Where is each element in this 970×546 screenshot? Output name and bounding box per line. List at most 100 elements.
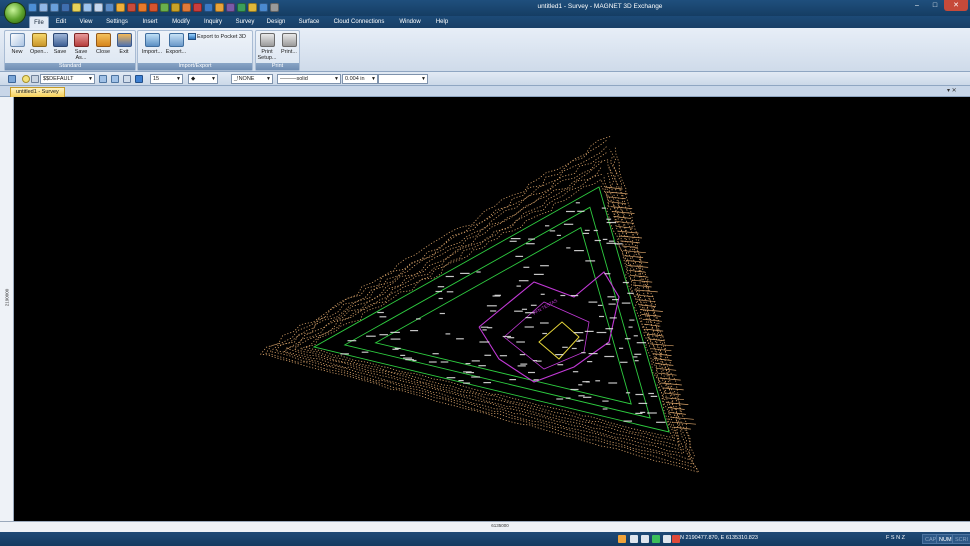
survey-point-label (412, 359, 417, 362)
quick-access-icon[interactable] (105, 3, 114, 12)
zoom-icon[interactable] (663, 535, 671, 543)
layer-select[interactable]: $$DEFAULT ▼ (40, 74, 95, 84)
layers-icon[interactable] (8, 75, 16, 83)
tab-untitled1-survey[interactable]: untitled1 - Survey (10, 87, 65, 97)
new-button[interactable]: New (6, 32, 28, 55)
tab-edit[interactable]: Edit (53, 16, 69, 28)
quick-access-icon[interactable] (39, 3, 48, 12)
close-file-button[interactable]: Close (92, 32, 114, 55)
save-as-button[interactable]: Save As... (70, 32, 92, 61)
contour-tick (609, 201, 627, 205)
document-window-controls[interactable]: ▾ ✕ (947, 87, 957, 94)
line-style-select[interactable]: ———solid ▼ (277, 74, 341, 84)
quick-access-icon[interactable] (182, 3, 191, 12)
open-button[interactable]: Open... (28, 32, 50, 55)
quick-access-icon[interactable] (215, 3, 224, 12)
minimize-button[interactable]: – (907, 0, 927, 11)
tab-help[interactable]: Help (433, 16, 451, 28)
survey-point-label (566, 247, 571, 249)
tab-cloud-connections[interactable]: Cloud Connections (330, 16, 388, 28)
snap-modes[interactable]: F S N Z (886, 535, 905, 541)
tab-settings[interactable]: Settings (104, 16, 130, 28)
point-style-select[interactable]: ◆ ▼ (188, 74, 218, 84)
app-menu-orb-icon[interactable] (4, 2, 26, 24)
lock-icon[interactable] (31, 75, 39, 83)
line-name-select[interactable]: _!NONE ▼ (231, 74, 273, 84)
color-select[interactable]: ▼ (378, 74, 428, 84)
tab-insert[interactable]: Insert (140, 16, 160, 28)
quick-access-icon[interactable] (94, 3, 103, 12)
quick-access-icon[interactable] (259, 3, 268, 12)
import-button[interactable]: Import... (140, 32, 164, 55)
contour-line (259, 136, 700, 473)
tab-survey[interactable]: Survey (234, 16, 256, 28)
quick-access-icon[interactable] (83, 3, 92, 12)
quick-access-icon[interactable] (248, 3, 257, 12)
survey-point-label (515, 255, 524, 257)
survey-point-label (502, 335, 511, 338)
quick-access-icon[interactable] (149, 3, 158, 12)
quick-access-icon[interactable] (138, 3, 147, 12)
quick-access-icon[interactable] (61, 3, 70, 12)
quick-access-icon[interactable] (270, 3, 279, 12)
export-to-pocket-3d-button[interactable]: Export to Pocket 3D (188, 33, 246, 40)
lightbulb-icon[interactable] (22, 75, 30, 83)
arrow-right-icon[interactable] (111, 75, 119, 83)
arrow-left-icon[interactable] (99, 75, 107, 83)
print-button[interactable]: Print... (278, 32, 300, 55)
layer-manager-icon[interactable] (135, 75, 143, 83)
survey-point-label (465, 363, 471, 365)
survey-point-label (608, 303, 616, 305)
survey-point-label (599, 315, 605, 318)
tab-modify[interactable]: Modify (169, 16, 193, 28)
tab-view[interactable]: View (77, 16, 95, 28)
contour-tick (604, 186, 623, 190)
quick-access-icon[interactable] (193, 3, 202, 12)
grid-icon[interactable] (630, 535, 638, 543)
quick-access-icon[interactable] (50, 3, 59, 12)
survey-point-label (624, 338, 631, 340)
tab-design[interactable]: Design (265, 16, 287, 28)
exit-button[interactable]: Exit (113, 32, 135, 55)
survey-point-label (432, 353, 439, 355)
survey-point-label (602, 400, 609, 402)
quick-access-icon[interactable] (226, 3, 235, 12)
tab-window[interactable]: Window (396, 16, 424, 28)
survey-point-label (578, 384, 583, 386)
close-file-icon (95, 33, 111, 47)
layer-tool-icon[interactable] (123, 75, 131, 83)
survey-point-label (524, 326, 534, 328)
save-button[interactable]: Save (49, 32, 71, 55)
record-icon[interactable] (672, 535, 680, 543)
survey-point-label (509, 379, 517, 381)
drawing-canvas[interactable]: PFN TESTAS (14, 97, 970, 521)
layer-toolbar: $$DEFAULT ▼ 15 ▼ ◆ ▼ _!NONE ▼ ———solid ▼ 0.00… (0, 72, 970, 86)
text-size-select[interactable]: 15 ▼ (150, 74, 183, 84)
snap-settings-icon[interactable] (618, 535, 626, 543)
survey-point-label (518, 280, 529, 282)
quick-access-icon[interactable] (204, 3, 213, 12)
print-setup-button[interactable]: Print Setup... (256, 32, 278, 61)
quick-access-icon[interactable] (116, 3, 125, 12)
survey-point-label (602, 408, 608, 410)
quick-access-icon[interactable] (171, 3, 180, 12)
line-width-select[interactable]: 0.004 in ▼ (342, 74, 378, 84)
quick-access-icon[interactable] (72, 3, 81, 12)
vertical-ruler: 2190000 (0, 97, 14, 521)
tab-surface[interactable]: Surface (296, 16, 322, 28)
quick-access-icon[interactable] (127, 3, 136, 12)
survey-point-label (583, 396, 592, 398)
gps-icon[interactable] (652, 535, 660, 543)
export-button[interactable]: Export... (164, 32, 188, 55)
quick-access-icon[interactable] (237, 3, 246, 12)
tab-inquiry[interactable]: Inquiry (201, 16, 225, 28)
quick-access-icon[interactable] (160, 3, 169, 12)
tab-file[interactable]: File (29, 16, 49, 28)
maximize-button[interactable]: □ (925, 0, 945, 11)
survey-point-label (379, 316, 387, 318)
contour-tick (673, 426, 691, 430)
ortho-icon[interactable] (641, 535, 649, 543)
chevron-down-icon: ▼ (334, 76, 339, 82)
quick-access-icon[interactable] (28, 3, 37, 12)
close-window-button[interactable]: ✕ (944, 0, 968, 11)
